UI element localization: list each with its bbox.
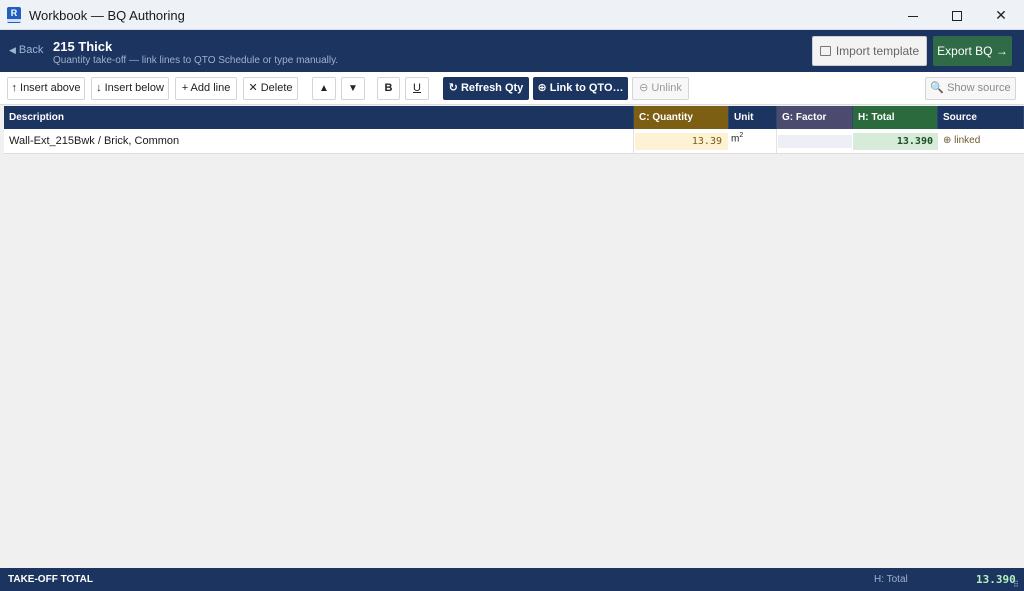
resize-grip-icon[interactable]: ⠿ xyxy=(1013,580,1023,590)
export-bq-button[interactable]: Export BQ → xyxy=(933,36,1012,66)
close-icon: ✕ xyxy=(995,7,1007,23)
app-logo-icon: R xyxy=(7,7,21,23)
total-cell: 13.390 xyxy=(853,133,938,150)
page-title: 215 Thick xyxy=(53,39,113,54)
unit-exponent: 2 xyxy=(739,132,744,139)
move-down-button[interactable]: ▼ xyxy=(341,77,365,100)
quantity-cell[interactable]: 13.39 xyxy=(635,133,728,150)
column-header-unit[interactable]: Unit xyxy=(729,106,777,129)
column-header-quantity[interactable]: C: Quantity xyxy=(634,106,729,129)
column-header-description[interactable]: Description xyxy=(4,106,634,129)
grid-header: Description C: Quantity Unit G: Factor H… xyxy=(4,106,1024,129)
minimize-icon xyxy=(908,15,918,17)
column-header-total[interactable]: H: Total xyxy=(853,106,938,129)
maximize-button[interactable] xyxy=(934,0,980,30)
unlink-button[interactable]: ⊖ Unlink xyxy=(632,77,689,100)
column-header-factor[interactable]: G: Factor xyxy=(777,106,853,129)
takeoff-total-label: TAKE-OFF TOTAL xyxy=(8,574,93,585)
import-template-button[interactable]: Import template xyxy=(812,36,927,66)
column-header-source[interactable]: Source xyxy=(938,106,1024,129)
close-button[interactable]: ✕ xyxy=(978,0,1024,30)
back-arrow-icon: ◀ xyxy=(9,45,16,55)
refresh-qty-button[interactable]: ↻ Refresh Qty xyxy=(443,77,529,100)
source-cell[interactable]: ⊕ linked xyxy=(939,129,1024,153)
unit-cell[interactable]: m2 xyxy=(729,129,777,153)
back-label: Back xyxy=(18,44,44,56)
description-cell[interactable]: Wall-Ext_215Bwk / Brick, Common xyxy=(4,129,634,153)
bold-button[interactable]: B xyxy=(377,77,400,100)
underline-button[interactable]: U xyxy=(405,77,429,100)
title-bar[interactable]: R Workbook — BQ Authoring ✕ xyxy=(0,0,1024,30)
move-up-button[interactable]: ▲ xyxy=(312,77,336,100)
takeoff-total-bar: TAKE-OFF TOTAL H: Total 13.390 xyxy=(0,568,1024,591)
footer-total-value: 13.390 xyxy=(976,573,1016,586)
delete-button[interactable]: ✕ Delete xyxy=(243,77,298,100)
link-to-qto-button[interactable]: ⊕ Link to QTO… xyxy=(533,77,628,100)
factor-cell[interactable] xyxy=(778,135,852,148)
import-icon xyxy=(819,46,831,56)
import-template-label: Import template xyxy=(835,44,920,58)
app-window: R Workbook — BQ Authoring ✕ ◀ Back 215 Th… xyxy=(0,0,1024,591)
toolbar: ↑ Insert above ↓ Insert below + Add line… xyxy=(0,72,1024,105)
add-line-button[interactable]: + Add line xyxy=(175,77,237,100)
minimize-button[interactable] xyxy=(890,0,936,30)
back-button[interactable]: ◀ Back xyxy=(9,44,43,56)
window-title: Workbook — BQ Authoring xyxy=(29,8,185,23)
page-header: ◀ Back 215 Thick Quantity take-off — link… xyxy=(0,30,1024,72)
table-row[interactable]: Wall-Ext_215Bwk / Brick, Common 13.39 m2… xyxy=(4,129,1024,154)
show-source-button[interactable]: 🔍 Show source xyxy=(925,77,1016,100)
footer-total-caption: H: Total xyxy=(874,574,908,585)
page-subtitle: Quantity take-off — link lines to QTO Sc… xyxy=(53,55,339,66)
maximize-icon xyxy=(952,11,962,22)
insert-below-button[interactable]: ↓ Insert below xyxy=(91,77,169,100)
insert-above-button[interactable]: ↑ Insert above xyxy=(7,77,85,100)
